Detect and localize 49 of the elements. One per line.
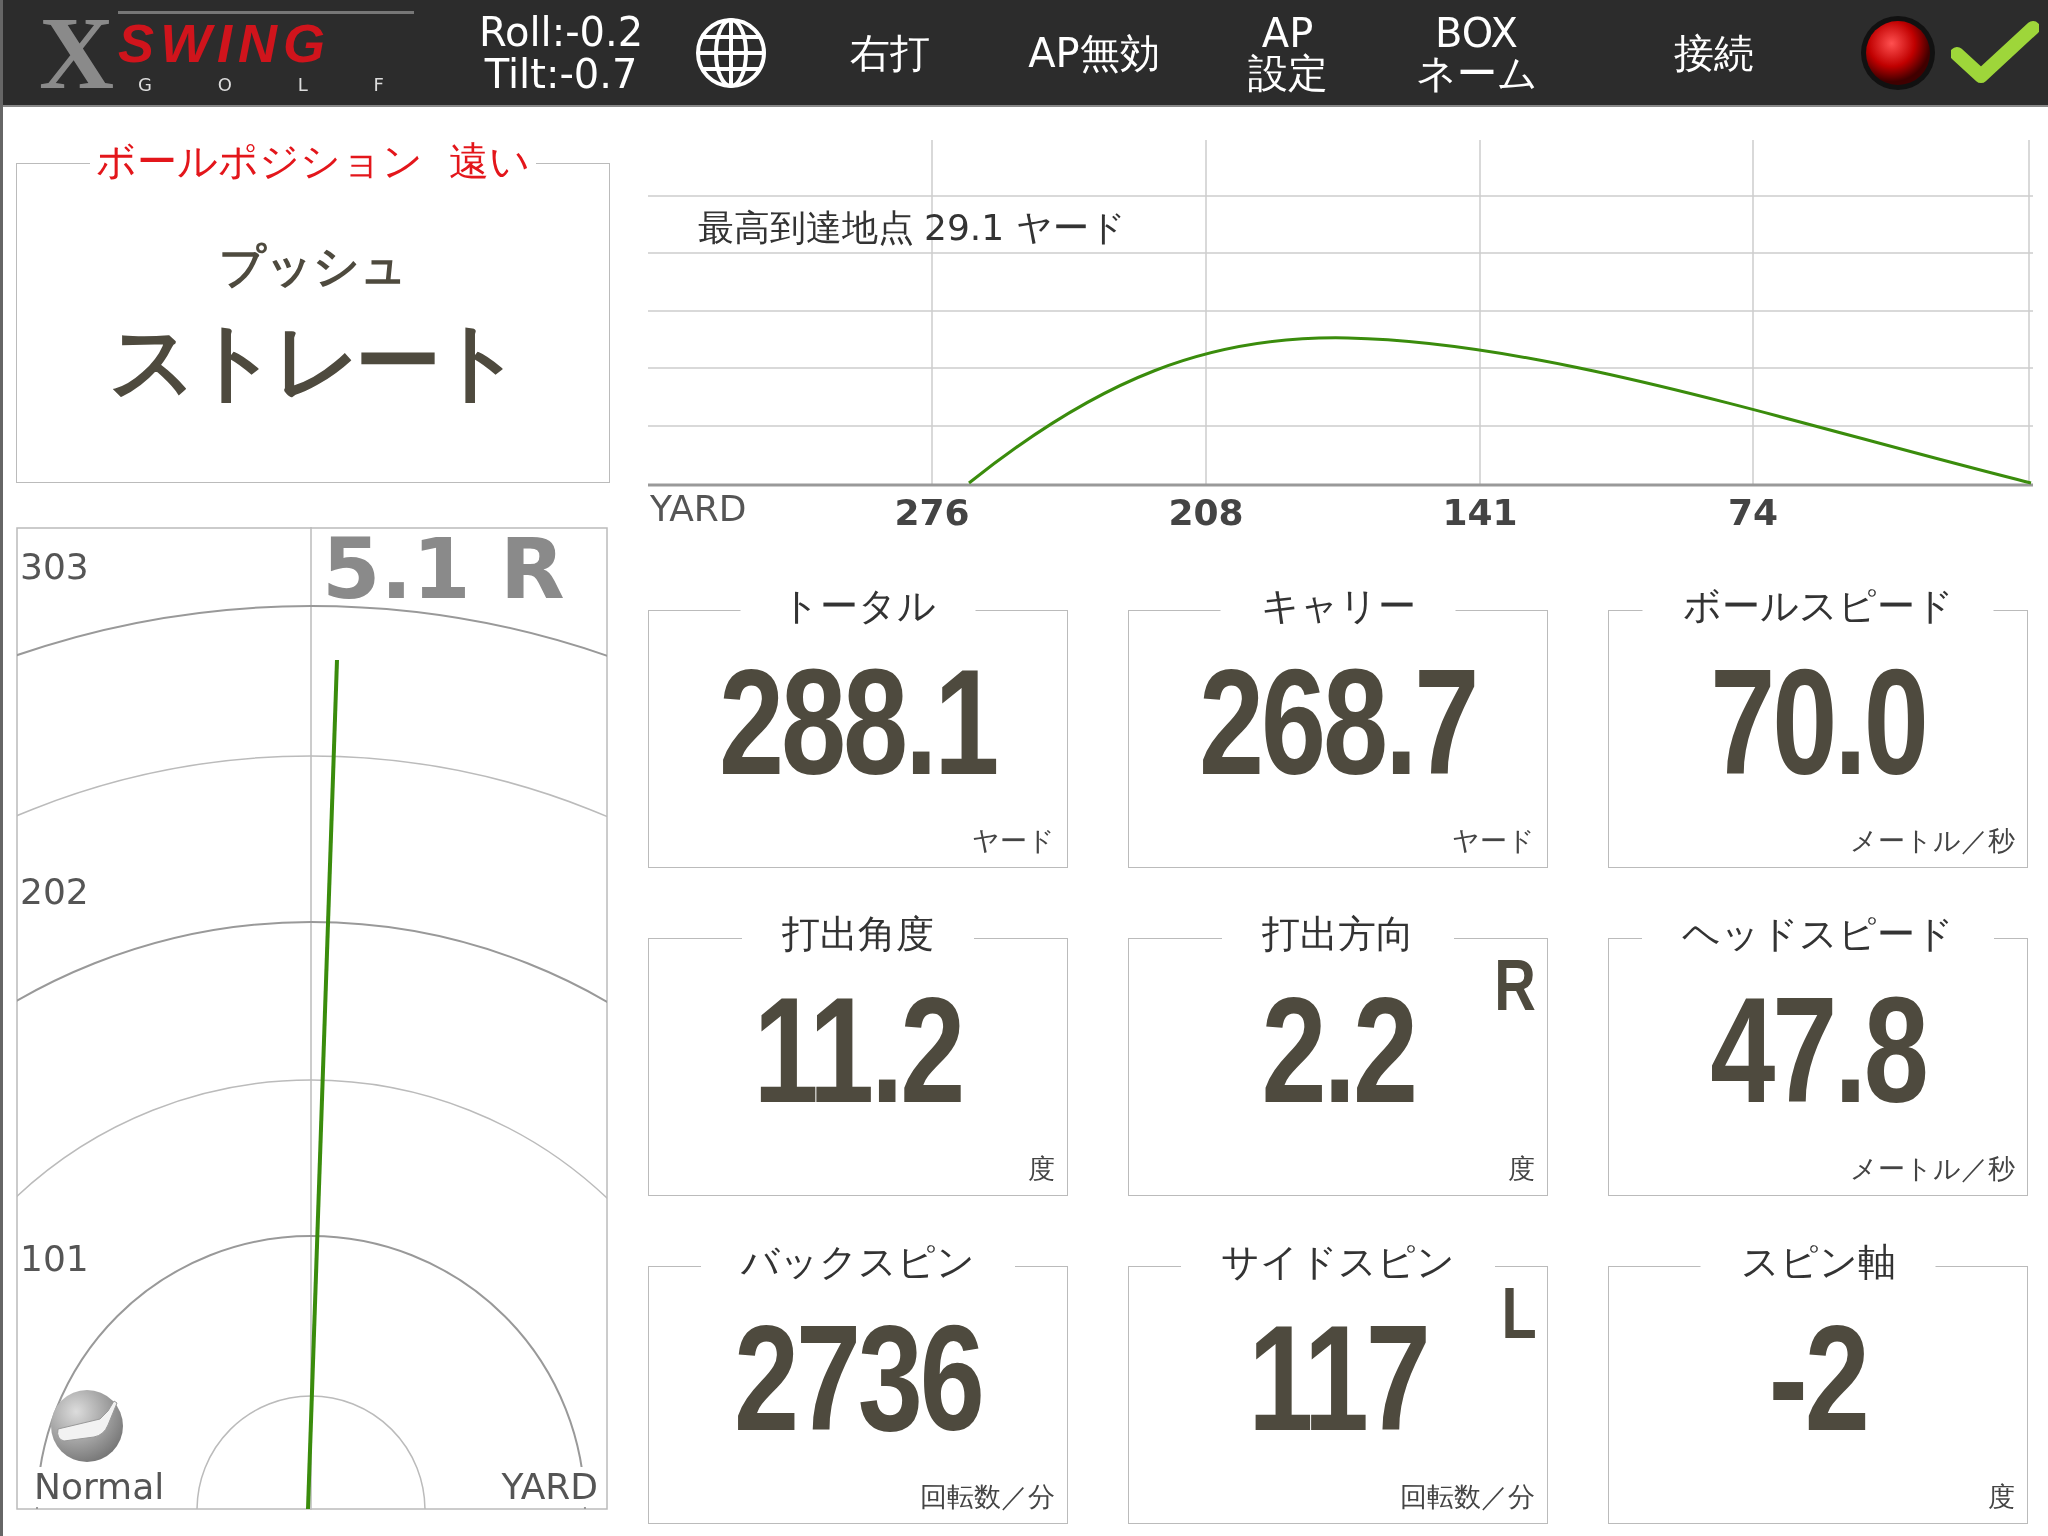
logo-subtitle: G O L F [137,76,414,94]
stat-unit: メートル／秒 [1850,824,2015,858]
axis-tick: 208 [1168,492,1244,533]
stat-unit: メートル／秒 [1850,1152,2015,1186]
logo-wordmark: SWING [118,11,414,70]
stat-unit: 回転数／分 [1400,1480,1535,1514]
axis-tick: 141 [1442,492,1518,533]
axis-tick: 276 [894,492,970,533]
axis-unit: YARD [650,488,747,529]
toolbar-button[interactable]: 右打 [842,28,939,77]
stat-unit: 度 [1508,1152,1535,1186]
toolbar-button[interactable]: 接続 [1665,28,1762,77]
deviation-reading: 5.1 R [322,527,565,611]
stat-value: -2 [1769,1303,1867,1453]
distance-label: 202 [20,872,89,912]
stat-value: 268.7 [1199,647,1477,797]
ball-position-label: ボールポジション [96,137,423,186]
tilt-reading: Tilt:-0.7 [484,52,638,95]
stat-value: 2736 [734,1303,982,1453]
stat-unit: 度 [1988,1480,2015,1514]
stat-unit: ヤード [972,824,1055,858]
globe-icon[interactable] [693,15,768,90]
status-light-icon [1858,13,1937,92]
shot-direction: プッシュ [219,238,407,295]
direction-letter: L [1501,1277,1537,1349]
stat-value: 47.8 [1710,975,1926,1125]
stat-value: 117 [1248,1303,1428,1453]
distance-label: 101 [20,1239,89,1279]
distance-label: 303 [20,547,89,587]
toolbar-button[interactable]: AP無効 [1020,28,1168,77]
shot-curve: ストレート [109,318,517,404]
stat-value: 2.2 [1261,975,1415,1125]
toolbar-button[interactable]: AP 設定 [1239,8,1336,97]
ball-position-value: 遠い [449,137,530,186]
stat-unit: 回転数／分 [920,1480,1055,1514]
stat-value: 288.1 [719,647,997,797]
stat-value: 70.0 [1710,647,1926,797]
club-icon[interactable] [50,1389,124,1463]
apex-label: 最高到達地点 [698,206,914,250]
stat-unit: 度 [1028,1152,1055,1186]
stat-unit: ヤード [1452,824,1535,858]
direction-letter: R [1494,949,1536,1021]
toolbar-button[interactable]: BOX ネーム [1407,8,1546,97]
apex-value: 29.1 ヤード [924,206,1126,250]
axis-tick: 74 [1727,492,1779,533]
check-icon [1950,19,2039,86]
logo-letter: X [39,0,115,105]
roll-reading: Roll:-0.2 [479,10,644,53]
stat-value: 11.2 [753,975,963,1125]
